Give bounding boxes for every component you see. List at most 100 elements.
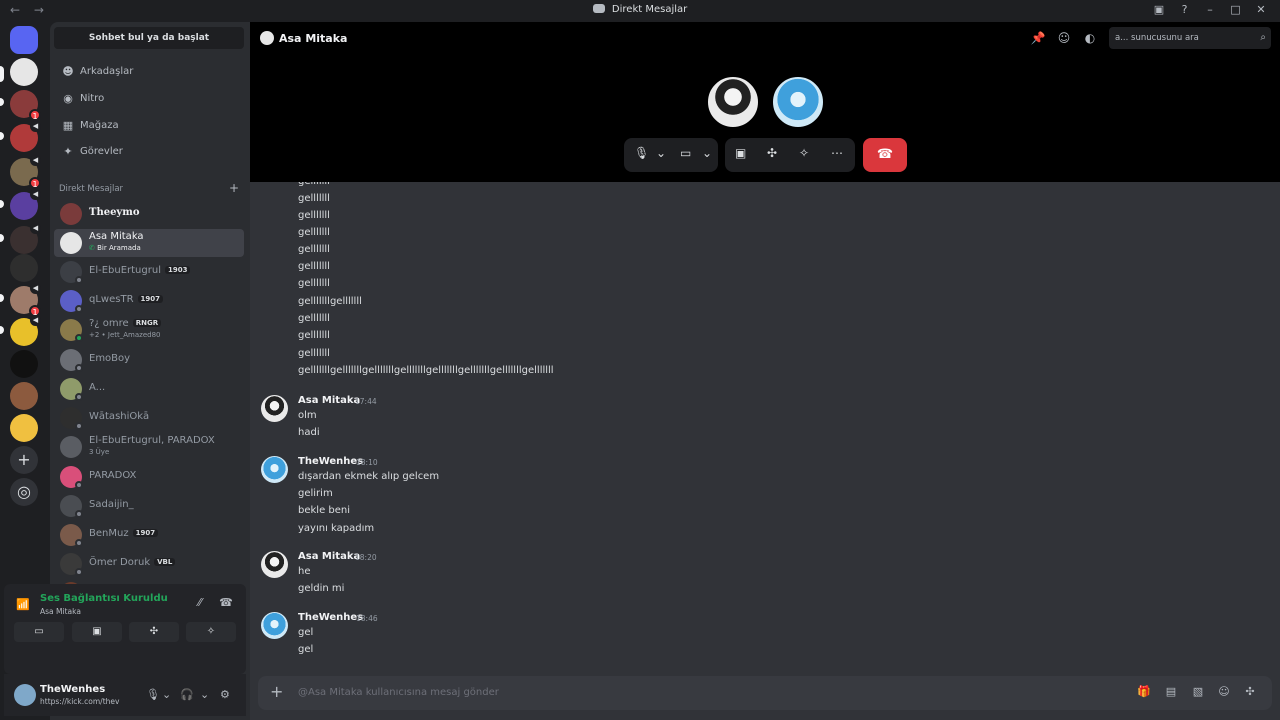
server-icon[interactable]: 1 bbox=[10, 90, 41, 121]
dm-item[interactable]: Theeymo bbox=[54, 200, 244, 228]
message-text: gelllllllgelllllllgelllllllgelllllllgell… bbox=[298, 365, 554, 376]
unread-pill bbox=[0, 294, 4, 302]
status-dot bbox=[75, 305, 83, 313]
settings-gear-icon[interactable]: ⚙ bbox=[220, 688, 230, 701]
message-avatar[interactable] bbox=[261, 551, 288, 578]
pin-icon[interactable]: 📌 bbox=[1030, 31, 1046, 47]
dm-item[interactable]: El-EbuErtugrul, PARADOX 3 Üye bbox=[54, 433, 244, 461]
message-text: gelllllll bbox=[298, 210, 330, 221]
headphones-icon[interactable]: 🎧 bbox=[180, 688, 194, 701]
nav-label: Mağaza bbox=[80, 120, 119, 131]
dm-item-active[interactable]: Asa Mitaka ✆ Bir Aramada bbox=[54, 229, 244, 257]
participant-avatar[interactable] bbox=[771, 75, 825, 129]
message-avatar[interactable] bbox=[261, 395, 288, 422]
gif-icon[interactable]: ▤ bbox=[1163, 685, 1179, 701]
server-icon[interactable] bbox=[10, 58, 38, 86]
dm-item[interactable]: WātashiOkā bbox=[54, 404, 244, 432]
maximize-button[interactable]: □ bbox=[1225, 3, 1247, 16]
message-text: geldin mi bbox=[298, 583, 345, 594]
nav-label: Görevler bbox=[80, 146, 123, 157]
home-button[interactable] bbox=[10, 26, 38, 54]
nav-shop[interactable]: ▦ Mağaza bbox=[54, 113, 244, 139]
nav-quests[interactable]: ✦ Görevler bbox=[54, 139, 244, 165]
close-button[interactable]: ✕ bbox=[1250, 3, 1272, 16]
microphone-icon[interactable]: 🎙 bbox=[634, 146, 649, 160]
emoji-icon[interactable]: ☺ bbox=[1216, 685, 1232, 701]
attach-plus-icon[interactable]: + bbox=[270, 682, 283, 701]
server-icon[interactable] bbox=[10, 254, 38, 282]
dm-item[interactable]: ?¿ omre RNGR +2 • Jett_Amazed80 bbox=[54, 316, 244, 344]
soundboard-icon[interactable]: ✧ bbox=[799, 146, 809, 160]
server-icon[interactable]: ◀ bbox=[10, 315, 41, 346]
participant-avatar[interactable] bbox=[706, 75, 760, 129]
dm-subtitle: +2 • Jett_Amazed80 bbox=[89, 331, 161, 339]
find-conversation-button[interactable]: Sohbet bul ya da başlat bbox=[54, 27, 244, 49]
user-panel: TheWenhes https://kick.com/thev 🎙 ⌄ 🎧 ⌄ … bbox=[4, 674, 246, 716]
selected-pill bbox=[0, 66, 4, 82]
message-author[interactable]: Asa Mitaka bbox=[298, 551, 360, 562]
server-icon[interactable]: ◀ bbox=[10, 121, 41, 152]
microphone-icon[interactable]: 🎙 bbox=[146, 688, 160, 701]
dm-item[interactable]: Sadaijin_ bbox=[54, 492, 244, 520]
message-author[interactable]: Asa Mitaka bbox=[298, 395, 360, 406]
chevron-down-icon[interactable]: ⌄ bbox=[702, 146, 712, 160]
dm-name: Ömer Doruk VBL bbox=[89, 557, 176, 568]
server-icon[interactable] bbox=[10, 382, 38, 410]
message-avatar[interactable] bbox=[261, 456, 288, 483]
server-icon[interactable] bbox=[10, 414, 38, 442]
search-input[interactable]: a... sunucusunu ara ⌕ bbox=[1109, 27, 1271, 49]
dm-item[interactable]: Ömer Doruk VBL bbox=[54, 550, 244, 578]
camera-toggle-button[interactable]: ▭ bbox=[14, 622, 64, 642]
camera-off-icon[interactable]: ▭ bbox=[680, 146, 691, 160]
dm-item[interactable]: El-EbuErtugrul 1903 bbox=[54, 258, 244, 286]
dm-item[interactable]: A... bbox=[54, 375, 244, 403]
gift-icon[interactable]: 🎁 bbox=[1136, 685, 1152, 701]
apps-icon[interactable]: ✣ bbox=[1242, 685, 1258, 701]
minimize-button[interactable]: – bbox=[1199, 3, 1221, 16]
chevron-down-icon[interactable]: ⌄ bbox=[162, 688, 171, 701]
nav-label: Arkadaşlar bbox=[80, 66, 134, 77]
screen-share-button[interactable]: ▣ bbox=[72, 622, 122, 642]
message-author[interactable]: TheWenhes bbox=[298, 456, 363, 467]
more-options-icon[interactable]: ⋯ bbox=[831, 146, 843, 160]
add-server-button[interactable]: + bbox=[10, 446, 38, 474]
chevron-down-icon[interactable]: ⌄ bbox=[656, 146, 666, 160]
group-avatar bbox=[60, 436, 82, 458]
message-timestamp: 17:44 bbox=[355, 397, 377, 406]
nav-friends[interactable]: ☻ Arkadaşlar bbox=[54, 59, 244, 85]
hang-up-button[interactable]: ☎ bbox=[863, 138, 907, 172]
dm-item[interactable]: BenMuz 1907 bbox=[54, 521, 244, 549]
activities-button[interactable]: ✣ bbox=[129, 622, 179, 642]
activities-icon[interactable]: ✣ bbox=[767, 146, 777, 160]
voice-status[interactable]: Ses Bağlantısı Kuruldu bbox=[40, 593, 168, 604]
message-composer[interactable]: + @Asa Mitaka kullanıcısına mesaj gönder… bbox=[258, 676, 1272, 710]
server-icon[interactable]: ◀ bbox=[10, 223, 41, 254]
sticker-icon[interactable]: ▧ bbox=[1190, 685, 1206, 701]
inbox-icon[interactable]: ▣ bbox=[1148, 3, 1170, 16]
noise-suppression-icon[interactable]: ⁄⁄ bbox=[192, 596, 208, 612]
message-avatar[interactable] bbox=[261, 612, 288, 639]
dm-item[interactable]: EmoBoy bbox=[54, 346, 244, 374]
message-author[interactable]: TheWenhes bbox=[298, 612, 363, 623]
message-text: gelllllll bbox=[298, 193, 330, 204]
server-icon[interactable] bbox=[10, 350, 38, 378]
profile-icon[interactable]: ◐ bbox=[1082, 31, 1098, 47]
add-friend-icon[interactable]: ☺ bbox=[1056, 31, 1072, 47]
disconnect-icon[interactable]: ☎ bbox=[218, 596, 234, 612]
explore-servers-button[interactable]: ◎ bbox=[10, 478, 38, 506]
server-icon[interactable]: ◀ bbox=[10, 189, 41, 220]
nav-nitro[interactable]: ◉ Nitro bbox=[54, 86, 244, 112]
screen-share-icon[interactable]: ▣ bbox=[735, 146, 746, 160]
status-dot bbox=[75, 510, 83, 518]
help-icon[interactable]: ? bbox=[1174, 3, 1196, 16]
server-icon[interactable]: ◀ 1 bbox=[10, 155, 41, 189]
create-dm-icon[interactable]: + bbox=[229, 181, 239, 195]
chevron-down-icon[interactable]: ⌄ bbox=[200, 688, 209, 701]
dm-item[interactable]: PARADOX bbox=[54, 463, 244, 491]
avatar[interactable] bbox=[14, 684, 36, 706]
soundboard-button[interactable]: ✧ bbox=[186, 622, 236, 642]
dm-item[interactable]: qLwesTR 1907 bbox=[54, 287, 244, 315]
dm-name: Sadaijin_ bbox=[89, 499, 134, 510]
server-icon[interactable]: ◀ 1 bbox=[10, 283, 41, 317]
channel-header-name: Asa Mitaka bbox=[279, 32, 348, 45]
